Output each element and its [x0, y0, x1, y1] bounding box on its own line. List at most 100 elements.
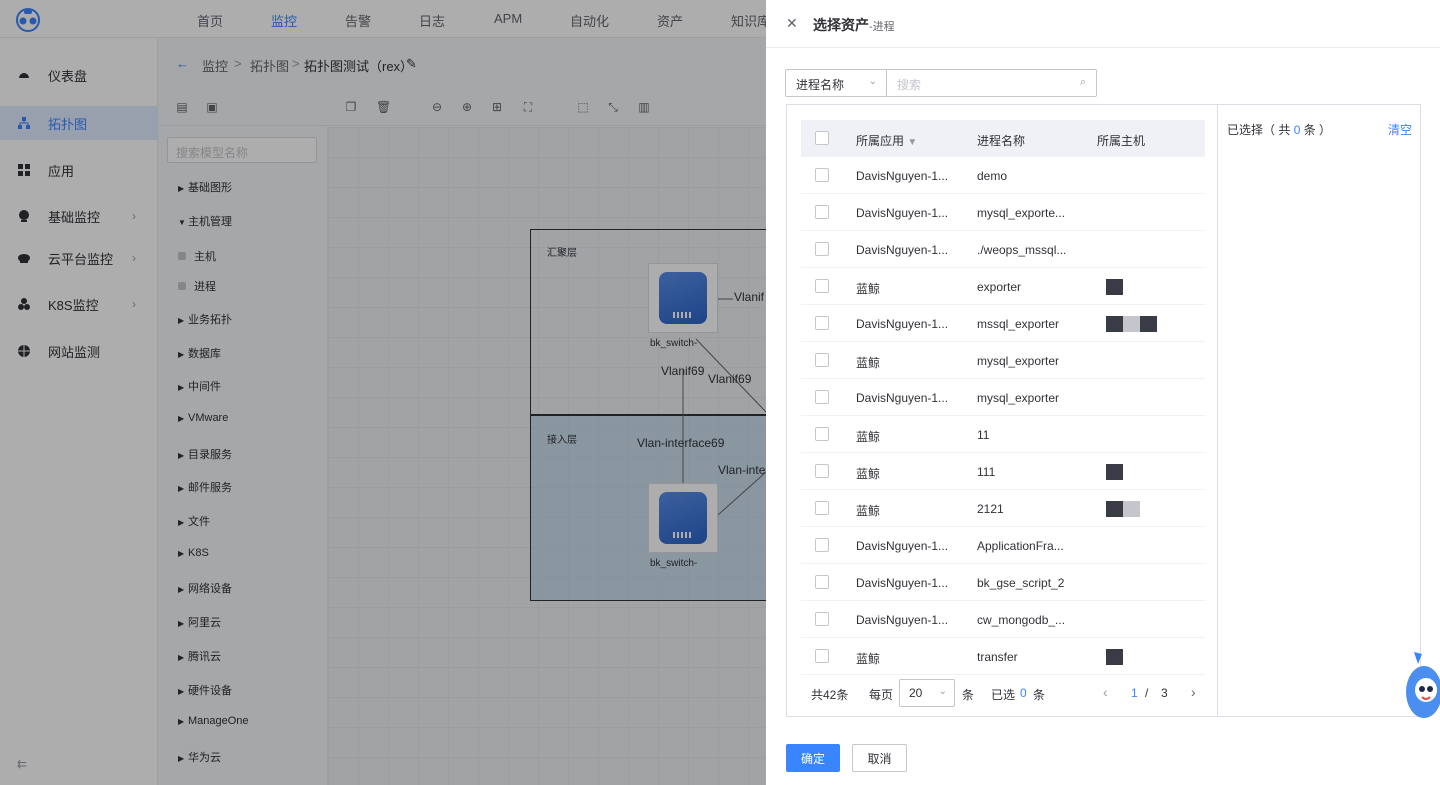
- row-checkbox[interactable]: [815, 427, 829, 441]
- selected-summary: 已选择（ 共 0 条 ）: [1227, 121, 1331, 138]
- cell-process: mysql_exporter: [977, 391, 1060, 405]
- redacted-host: [1123, 501, 1140, 517]
- cell-app: 蓝鲸: [856, 282, 881, 296]
- column-header-label: 所属应用: [856, 134, 905, 148]
- redacted-host: [1123, 316, 1140, 332]
- modal-overlay[interactable]: [0, 0, 766, 785]
- row-checkbox[interactable]: [815, 353, 829, 367]
- table-row[interactable]: DavisNguyen-1... bk_gse_script_2: [801, 564, 1205, 601]
- select-all-checkbox[interactable]: [815, 131, 829, 145]
- table-row[interactable]: DavisNguyen-1... ApplicationFra...: [801, 527, 1205, 564]
- cell-app: 蓝鲸: [856, 652, 881, 666]
- selected-summary-prefix: 已选择（ 共: [1227, 123, 1291, 137]
- column-header-process: 进程名称: [977, 134, 1026, 148]
- filter-field-value: 进程名称: [796, 78, 845, 92]
- row-checkbox[interactable]: [815, 575, 829, 589]
- select-asset-drawer: ✕ 选择资产-进程 进程名称 ⌄ 搜索 ⌕ 所属应用 ▼ 进程名称 所属主机 D…: [766, 0, 1440, 785]
- row-checkbox[interactable]: [815, 501, 829, 515]
- cell-process: 11: [977, 428, 990, 442]
- pagination: 共42条 每页 20 ⌄ 条 已选 0 条 ‹ 1 / 3 ›: [787, 670, 1218, 716]
- close-icon[interactable]: ✕: [786, 16, 798, 30]
- selected-label: 已选: [991, 688, 1016, 702]
- cell-app: 蓝鲸: [856, 356, 881, 370]
- search-placeholder: 搜索: [897, 78, 922, 92]
- row-checkbox[interactable]: [815, 649, 829, 663]
- redacted-host: [1140, 316, 1157, 332]
- filter-field-select[interactable]: 进程名称 ⌄: [785, 69, 887, 97]
- drawer-title-text: 选择资产: [813, 17, 869, 33]
- cell-app: DavisNguyen-1...: [856, 539, 949, 553]
- per-page-label: 每页: [869, 688, 894, 702]
- assistant-robot-icon[interactable]: [1396, 650, 1440, 722]
- redacted-host: [1106, 279, 1123, 295]
- row-checkbox[interactable]: [815, 390, 829, 404]
- cancel-button[interactable]: 取消: [852, 744, 907, 772]
- chevron-down-icon: ⌄: [938, 686, 947, 697]
- prev-page-icon[interactable]: ‹: [1103, 684, 1108, 700]
- drawer-subtitle: -进程: [869, 21, 895, 33]
- cell-process: mysql_exporter: [977, 354, 1060, 368]
- table-header: 所属应用 ▼ 进程名称 所属主机: [801, 120, 1205, 157]
- filter-icon[interactable]: ▼: [907, 137, 917, 148]
- table-row[interactable]: 蓝鲸 mysql_exporter: [801, 342, 1205, 379]
- cell-app: DavisNguyen-1...: [856, 613, 949, 627]
- app-root: 首页 监控 告警 日志 APM 自动化 资产 知识库 仪表盘 拓扑图 应用 基础…: [0, 0, 1440, 785]
- cell-process: transfer: [977, 650, 1018, 664]
- cell-process: ApplicationFra...: [977, 539, 1064, 553]
- cell-process: 111: [977, 465, 996, 479]
- column-header-app[interactable]: 所属应用 ▼: [856, 132, 917, 149]
- clear-button[interactable]: 清空: [1388, 121, 1412, 138]
- row-checkbox[interactable]: [815, 279, 829, 293]
- page-separator: /: [1145, 686, 1149, 700]
- row-checkbox[interactable]: [815, 538, 829, 552]
- redacted-host: [1106, 316, 1123, 332]
- selected-unit: 条: [1033, 688, 1046, 702]
- table-row[interactable]: DavisNguyen-1... ./weops_mssql...: [801, 231, 1205, 268]
- table-row[interactable]: 蓝鲸 111: [801, 453, 1205, 490]
- cell-app: DavisNguyen-1...: [856, 243, 949, 257]
- cell-app: DavisNguyen-1...: [856, 391, 949, 405]
- page-size-value: 20: [909, 686, 923, 700]
- confirm-button[interactable]: 确定: [786, 744, 840, 772]
- cell-process: demo: [977, 169, 1008, 183]
- next-page-icon[interactable]: ›: [1191, 684, 1196, 700]
- redacted-host: [1106, 501, 1123, 517]
- cell-app: 蓝鲸: [856, 467, 881, 481]
- table-row[interactable]: 蓝鲸 exporter: [801, 268, 1205, 305]
- page-size-select[interactable]: 20 ⌄: [899, 679, 955, 707]
- row-checkbox[interactable]: [815, 612, 829, 626]
- redacted-host: [1106, 464, 1123, 480]
- table-row[interactable]: 蓝鲸 11: [801, 416, 1205, 453]
- row-checkbox[interactable]: [815, 168, 829, 182]
- table-row[interactable]: 蓝鲸 2121: [801, 490, 1205, 527]
- row-checkbox[interactable]: [815, 205, 829, 219]
- total-count: 共42条: [811, 688, 849, 702]
- cell-process: mysql_exporte...: [977, 206, 1066, 220]
- table-row[interactable]: DavisNguyen-1... mssql_exporter: [801, 305, 1205, 342]
- cell-process: mssql_exporter: [977, 317, 1060, 331]
- search-icon: ⌕: [1079, 76, 1086, 88]
- row-checkbox[interactable]: [815, 464, 829, 478]
- selected-summary-count: 0: [1293, 123, 1301, 137]
- cell-app: 蓝鲸: [856, 430, 881, 444]
- cell-process: exporter: [977, 280, 1022, 294]
- per-page-unit: 条: [962, 688, 975, 702]
- row-checkbox[interactable]: [815, 316, 829, 330]
- chevron-down-icon: ⌄: [868, 76, 877, 87]
- table-row[interactable]: DavisNguyen-1... mysql_exporter: [801, 379, 1205, 416]
- selected-summary-suffix: 条 ）: [1303, 123, 1332, 137]
- column-header-host: 所属主机: [1097, 134, 1146, 148]
- cell-process: ./weops_mssql...: [977, 243, 1067, 257]
- search-input[interactable]: 搜索 ⌕: [886, 69, 1097, 97]
- cell-app: DavisNguyen-1...: [856, 169, 949, 183]
- drawer-header: ✕ 选择资产-进程: [766, 0, 1440, 48]
- cell-app: DavisNguyen-1...: [856, 317, 949, 331]
- current-page[interactable]: 1: [1131, 686, 1138, 700]
- table-row[interactable]: DavisNguyen-1... demo: [801, 157, 1205, 194]
- drawer-title: 选择资产-进程: [813, 15, 895, 35]
- cell-app: DavisNguyen-1...: [856, 206, 949, 220]
- row-checkbox[interactable]: [815, 242, 829, 256]
- table-row[interactable]: DavisNguyen-1... mysql_exporte...: [801, 194, 1205, 231]
- table-row[interactable]: DavisNguyen-1... cw_mongodb_...: [801, 601, 1205, 638]
- asset-table-panel: 所属应用 ▼ 进程名称 所属主机 DavisNguyen-1... demo Da…: [787, 105, 1218, 716]
